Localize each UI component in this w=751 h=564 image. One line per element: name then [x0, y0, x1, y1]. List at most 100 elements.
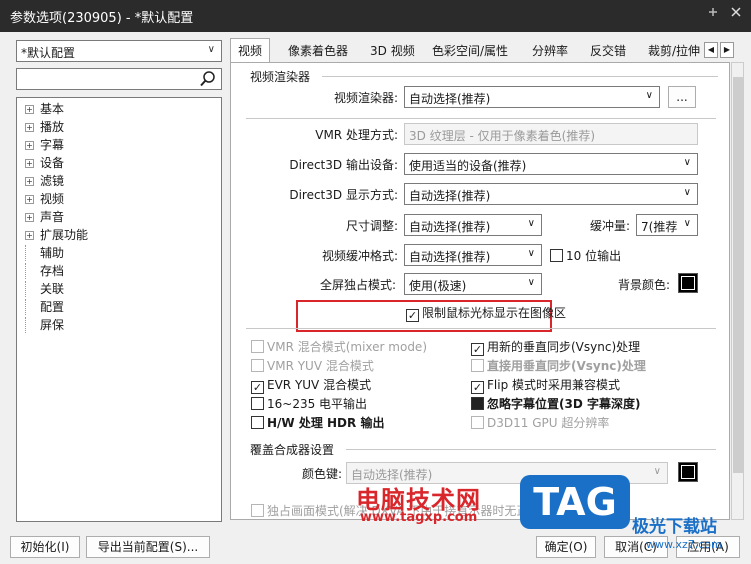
pin-icon[interactable]: [704, 6, 722, 24]
tree-item-device[interactable]: + 设备: [25, 154, 64, 172]
tree-item-screensaver[interactable]: 屏保: [25, 316, 64, 334]
checkbox-box[interactable]: ✓: [471, 381, 484, 394]
tab-video[interactable]: 视频: [230, 38, 271, 62]
resize-select[interactable]: 自动选择(推荐) ∨: [404, 214, 542, 236]
option-hdr-checkbox[interactable]: H/W 处理 HDR 输出: [251, 414, 384, 431]
buffer-label: 缓冲量:: [589, 219, 630, 233]
tree-connector: [25, 263, 34, 279]
chevron-down-icon: ∨: [527, 248, 535, 259]
checkbox-box[interactable]: [251, 504, 264, 517]
resize-value: 自动选择(推荐): [409, 220, 491, 234]
tree-item-label: 屏保: [40, 318, 65, 332]
expand-icon[interactable]: +: [25, 123, 34, 132]
option-vmr-yuv-checkbox[interactable]: VMR YUV 混合模式: [251, 357, 374, 374]
limit-cursor-checkbox[interactable]: ✓ 限制鼠标光标显示在图像区: [406, 304, 566, 322]
option-ignore-subpos-checkbox[interactable]: 忽略字幕位置(3D 字幕深度): [471, 395, 640, 412]
group-divider: [322, 76, 718, 77]
tree-connector: [25, 245, 34, 261]
tab-3d-video[interactable]: 3D 视频: [370, 42, 415, 59]
tree-item-label: 设备: [40, 156, 65, 170]
checkbox-box[interactable]: [251, 397, 264, 410]
tree-item-label: 辅助: [40, 246, 65, 260]
tab-deinterlace[interactable]: 反交错: [590, 42, 626, 59]
close-icon[interactable]: [727, 6, 745, 24]
option-vmr-mixer-checkbox[interactable]: VMR 混合模式(mixer mode): [251, 338, 427, 355]
checkbox-box[interactable]: [251, 359, 264, 372]
tree-item-label: 声音: [40, 210, 65, 224]
tree-item-filter[interactable]: + 滤镜: [25, 172, 64, 190]
option-d3d11-sr-checkbox[interactable]: D3D11 GPU 超分辨率: [471, 414, 609, 431]
d3d-output-select[interactable]: 使用适当的设备(推荐) ∨: [404, 153, 698, 175]
window-title: 参数选项(230905) - *默认配置: [10, 11, 194, 26]
expand-icon[interactable]: +: [25, 213, 34, 222]
tree-item-label: 基本: [40, 102, 65, 116]
checkbox-box[interactable]: [471, 416, 484, 429]
expand-icon[interactable]: +: [25, 159, 34, 168]
tree-item-extensions[interactable]: + 扩展功能: [25, 226, 88, 244]
tree-item-config[interactable]: 配置: [25, 298, 64, 316]
tab-pixel-shader[interactable]: 像素着色器: [288, 42, 348, 59]
colorkey-label: 颜色键:: [301, 467, 342, 481]
option-levels-checkbox[interactable]: 16~235 电平输出: [251, 395, 367, 412]
bgcolor-swatch[interactable]: [678, 273, 698, 293]
profile-combo[interactable]: *默认配置 ∨: [16, 40, 222, 62]
tree-item-association[interactable]: 关联: [25, 280, 64, 298]
checkbox-box[interactable]: [471, 359, 484, 372]
vertical-scrollbar[interactable]: [731, 62, 744, 520]
tree-item-assist[interactable]: 辅助: [25, 244, 64, 262]
fullscreen-select[interactable]: 使用(极速) ∨: [404, 273, 542, 295]
tree-item-video[interactable]: + 视频: [25, 190, 64, 208]
vmr-mode-value: 3D 纹理层 - 仅用于像素着色(推荐): [409, 129, 596, 143]
renderer-select[interactable]: 自动选择(推荐) ∨: [404, 86, 660, 108]
scrollbar-thumb[interactable]: [733, 77, 743, 473]
search-icon[interactable]: [199, 70, 217, 88]
tab-colorspace[interactable]: 色彩空间/属性: [432, 42, 508, 59]
chevron-down-icon: ∨: [527, 218, 535, 229]
expand-icon[interactable]: +: [25, 177, 34, 186]
option-evr-yuv-checkbox[interactable]: ✓ EVR YUV 混合模式: [251, 376, 371, 394]
bgcolor-label: 背景颜色:: [617, 278, 670, 292]
buffer-select[interactable]: 7(推荐 ∨: [636, 214, 698, 236]
chevron-down-icon: ∨: [527, 277, 535, 288]
ten-bit-checkbox[interactable]: 10 位输出: [550, 247, 621, 264]
vmr-mode-select[interactable]: 3D 纹理层 - 仅用于像素着色(推荐): [404, 123, 698, 145]
checkbox-box[interactable]: [251, 340, 264, 353]
tab-scroll-left-icon[interactable]: ◀: [704, 42, 718, 58]
tree-item-audio[interactable]: + 声音: [25, 208, 64, 226]
ok-button[interactable]: 确定(O): [536, 536, 596, 558]
tab-crop[interactable]: 裁剪/拉伸: [648, 42, 700, 59]
d3d-output-value: 使用适当的设备(推荐): [409, 159, 527, 173]
expand-icon[interactable]: +: [25, 105, 34, 114]
tree-item-subtitle[interactable]: + 字幕: [25, 136, 64, 154]
renderer-more-button[interactable]: ...: [668, 86, 696, 108]
expand-icon[interactable]: +: [25, 231, 34, 240]
option-direct-vsync-checkbox[interactable]: 直接用垂直同步(Vsync)处理: [471, 357, 646, 374]
option-flip-compat-checkbox[interactable]: ✓ Flip 模式时采用兼容模式: [471, 376, 620, 394]
init-button[interactable]: 初始化(I): [10, 536, 80, 558]
tab-resolution[interactable]: 分辨率: [532, 42, 568, 59]
d3d-display-select[interactable]: 自动选择(推荐) ∨: [404, 183, 698, 205]
fullscreen-label: 全屏独占模式:: [319, 278, 396, 292]
checkbox-box[interactable]: [550, 249, 563, 262]
buffer-format-value: 自动选择(推荐): [409, 250, 491, 264]
checkbox-label: 10 位输出: [566, 249, 622, 263]
checkbox-box[interactable]: ✓: [406, 309, 419, 322]
expand-icon[interactable]: +: [25, 195, 34, 204]
checkbox-box[interactable]: [471, 397, 484, 410]
tab-scroll-right-icon[interactable]: ▶: [720, 42, 734, 58]
option-new-vsync-checkbox[interactable]: ✓ 用新的垂直同步(Vsync)处理: [471, 338, 640, 356]
checkbox-box[interactable]: [251, 416, 264, 429]
chevron-down-icon: ∨: [683, 187, 691, 198]
expand-icon[interactable]: +: [25, 141, 34, 150]
vmr-mode-label: VMR 处理方式:: [315, 128, 398, 142]
tree-item-archive[interactable]: 存档: [25, 262, 64, 280]
checkbox-box[interactable]: ✓: [251, 381, 264, 394]
colorkey-swatch[interactable]: [678, 462, 698, 482]
checkbox-box[interactable]: ✓: [471, 343, 484, 356]
tree-item-playback[interactable]: + 播放: [25, 118, 64, 136]
checkbox-label: 16~235 电平输出: [267, 397, 368, 411]
export-config-button[interactable]: 导出当前配置(S)...: [86, 536, 210, 558]
search-input[interactable]: [16, 68, 222, 90]
tree-item-basic[interactable]: + 基本: [25, 100, 64, 118]
buffer-format-select[interactable]: 自动选择(推荐) ∨: [404, 244, 542, 266]
